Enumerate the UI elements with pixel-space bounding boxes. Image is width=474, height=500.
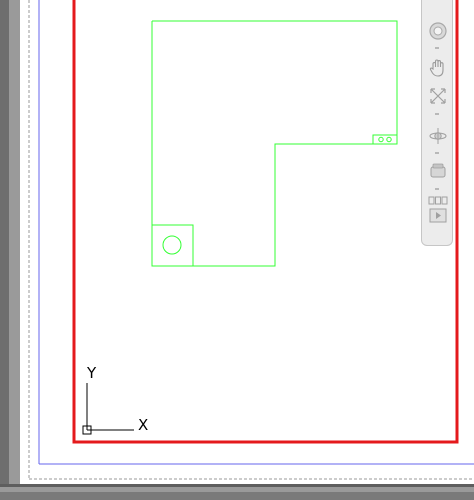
slot-hole-left[interactable]: [378, 136, 384, 143]
nav-separator: [435, 188, 439, 190]
steering-wheel-icon[interactable]: [425, 20, 451, 42]
nav-separator: [435, 152, 439, 154]
l-shaped-part-outline[interactable]: [151, 20, 398, 267]
paper-boundary: [72, 0, 459, 444]
navigation-bar: [421, 0, 453, 246]
mount-hole[interactable]: [162, 235, 182, 255]
nav-separator: [435, 113, 439, 115]
mount-square[interactable]: [151, 224, 194, 267]
drawing-canvas[interactable]: Y X: [0, 0, 474, 500]
ucs-y-label: Y: [86, 364, 97, 382]
ucs-icon: Y X: [82, 364, 148, 435]
orbit-icon[interactable]: [425, 125, 451, 147]
ucs-x-label: X: [138, 416, 148, 434]
zoom-extents-icon[interactable]: [425, 85, 451, 107]
nav-separator: [435, 47, 439, 49]
layout-tab-strip-base: [0, 492, 474, 500]
play-icon[interactable]: [425, 208, 451, 224]
slot-rectangle[interactable]: [372, 134, 398, 145]
layout-tab-strip: [0, 484, 474, 500]
layout-tab-strip-edge: [0, 484, 474, 487]
showmotion-icon[interactable]: [425, 160, 451, 182]
slot-hole-right[interactable]: [386, 136, 392, 143]
pan-hand-icon[interactable]: [425, 57, 451, 79]
